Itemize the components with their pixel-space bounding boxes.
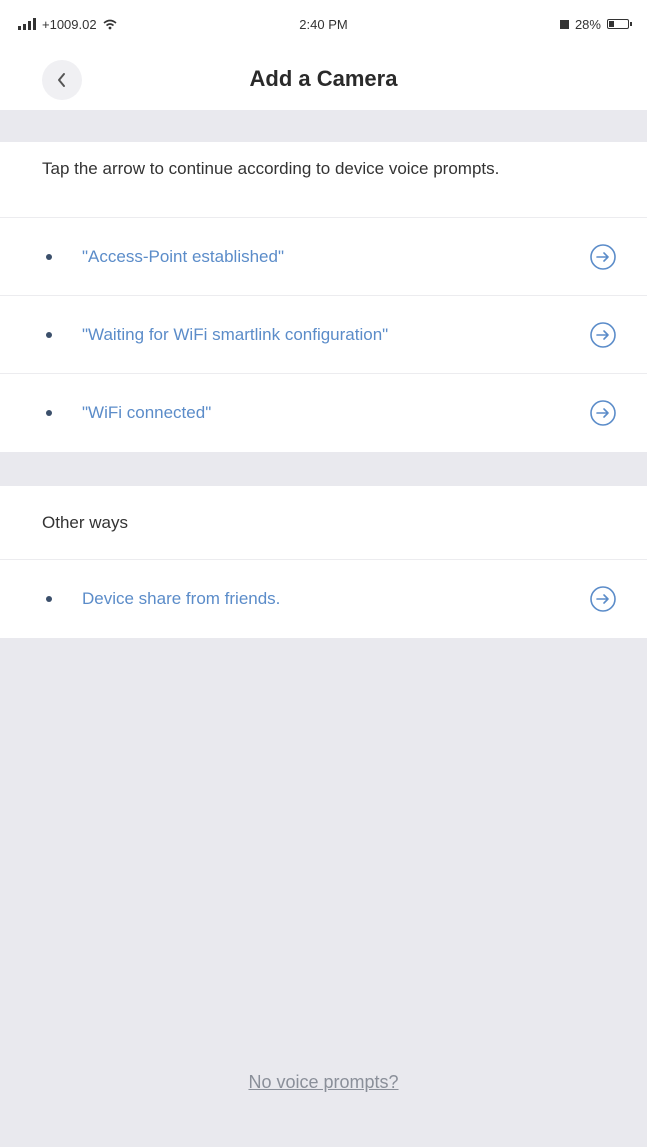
nav-bar: Add a Camera (0, 48, 647, 110)
prompt-label: "Waiting for WiFi smartlink configuratio… (82, 324, 389, 344)
prompt-row-access-point[interactable]: "Access-Point established" (0, 218, 647, 296)
page-title: Add a Camera (249, 66, 398, 91)
battery-fill (608, 21, 614, 27)
prompt-row-wifi-connected[interactable]: "WiFi connected" (0, 374, 647, 452)
circle-arrow-right-icon[interactable] (589, 321, 617, 349)
bullet-icon (46, 253, 52, 260)
device-share-row[interactable]: Device share from friends. (0, 560, 647, 638)
instruction-text: Tap the arrow to continue according to d… (0, 142, 647, 218)
back-button[interactable] (42, 60, 82, 100)
status-bar: +1009.02 2:40 PM 28% (0, 0, 647, 48)
bullet-icon (46, 410, 52, 416)
device-share-label: Device share from friends. (82, 589, 281, 608)
status-left: +1009.02 (18, 17, 178, 32)
voice-prompts-section: Tap the arrow to continue according to d… (0, 142, 647, 452)
wifi-icon (103, 19, 117, 29)
prompt-row-left: "Waiting for WiFi smartlink configuratio… (46, 325, 388, 345)
carrier-text: +1009.02 (42, 16, 97, 32)
status-right: 28% (469, 16, 632, 32)
prompt-row-smartlink[interactable]: "Waiting for WiFi smartlink configuratio… (0, 296, 647, 374)
no-voice-prompts-link[interactable]: No voice prompts? (0, 1072, 647, 1093)
bullet-icon (46, 596, 52, 602)
prompt-label: "Access-Point established" (82, 246, 284, 266)
prompt-row-left: Device share from friends. (46, 589, 280, 609)
other-ways-section: Other ways Device share from friends. (0, 486, 647, 638)
prompt-row-left: "WiFi connected" (46, 403, 211, 423)
status-time: 2:40 PM (299, 16, 348, 32)
prompt-label: "WiFi connected" (82, 403, 212, 422)
prompt-row-left: "Access-Point established" (46, 247, 284, 267)
circle-arrow-right-icon[interactable] (589, 243, 617, 271)
circle-arrow-right-icon[interactable] (589, 399, 617, 427)
bullet-icon (46, 331, 52, 338)
other-ways-header: Other ways (0, 486, 647, 560)
signal-icon (18, 18, 36, 30)
location-icon (559, 19, 569, 29)
chevron-left-icon (58, 73, 65, 87)
battery-percent: 28% (574, 16, 601, 32)
battery-icon (606, 19, 632, 29)
circle-arrow-right-icon[interactable] (589, 585, 617, 613)
